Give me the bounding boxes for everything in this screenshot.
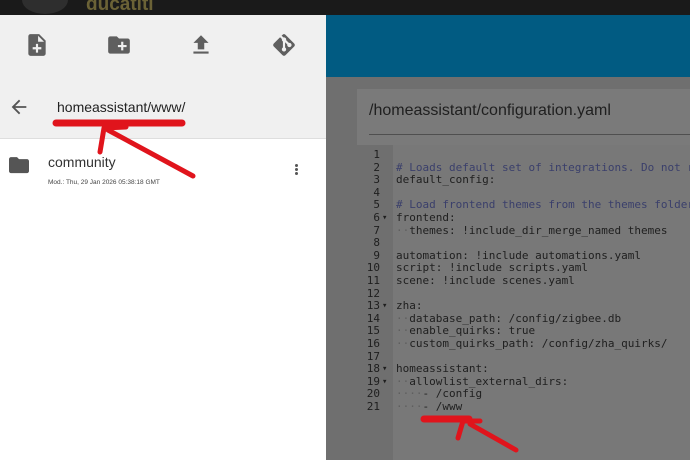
file-browser-toolbar bbox=[0, 15, 326, 75]
git-button[interactable] bbox=[271, 32, 297, 58]
fold-toggle[interactable]: ▾ bbox=[382, 212, 392, 225]
app-header-bar bbox=[326, 15, 690, 77]
code-text: ··themes: !include_dir_merge_named theme… bbox=[396, 223, 668, 237]
more-vert-icon bbox=[294, 164, 298, 167]
line-number: 18 bbox=[366, 362, 380, 376]
code-line: 11 scene: !include scenes.yaml bbox=[346, 274, 690, 288]
line-number: 13 bbox=[366, 299, 380, 313]
code-line: 3 default_config: bbox=[346, 173, 690, 187]
list-item-community[interactable]: community Mod.: Thu, 29 Jan 2026 05:38:1… bbox=[0, 140, 326, 200]
directory-path-bar: homeassistant/www/ bbox=[0, 75, 326, 139]
line-number: 21 bbox=[366, 400, 380, 413]
item-menu-button[interactable] bbox=[290, 163, 302, 179]
code-text: scene: !include scenes.yaml bbox=[396, 274, 575, 287]
arrow-back-icon bbox=[11, 99, 27, 115]
code-line: 16 ··custom_quirks_path: /config/zha_quir… bbox=[346, 337, 690, 351]
create-new-folder-icon bbox=[108, 36, 130, 54]
code-line: 21 ····- /www bbox=[346, 400, 690, 414]
note-add-icon bbox=[28, 34, 46, 56]
new-file-button[interactable] bbox=[24, 32, 50, 58]
file-path-divider bbox=[369, 134, 690, 135]
line-number: 6 bbox=[373, 211, 380, 224]
code-text: ····- /www bbox=[396, 400, 463, 413]
folder-modified-date: Mod.: Thu, 29 Jan 2026 05:38:18 GMT bbox=[48, 179, 160, 186]
editor-file-path: /homeassistant/configuration.yaml bbox=[369, 102, 611, 119]
fold-toggle[interactable]: ▾ bbox=[382, 300, 392, 313]
background-app-title: ducatiti bbox=[86, 0, 154, 15]
background-app-logo bbox=[22, 0, 68, 14]
file-browser-panel: homeassistant/www/ community Mod.: Thu, … bbox=[0, 15, 326, 460]
code-text: default_config: bbox=[396, 173, 496, 187]
line-number: 16 bbox=[366, 337, 380, 350]
code-text: ··custom_quirks_path: /config/zha_quirks… bbox=[396, 337, 668, 350]
code-line: 7 ··themes: !include_dir_merge_named them… bbox=[346, 223, 690, 238]
background-app-strip: ducatiti bbox=[0, 0, 690, 15]
current-directory: homeassistant/www/ bbox=[57, 99, 186, 115]
fold-toggle[interactable]: ▾ bbox=[382, 376, 392, 389]
line-number: 1 bbox=[373, 148, 380, 161]
upload-button[interactable] bbox=[188, 32, 214, 58]
git-icon bbox=[273, 34, 295, 56]
line-number: 3 bbox=[373, 173, 380, 187]
upload-icon bbox=[193, 35, 209, 54]
fold-toggle[interactable]: ▾ bbox=[382, 363, 392, 376]
folder-name: community bbox=[48, 154, 116, 170]
line-number: 8 bbox=[373, 236, 380, 250]
folder-icon bbox=[9, 157, 29, 174]
back-button[interactable] bbox=[8, 96, 30, 118]
line-number: 11 bbox=[366, 274, 380, 287]
new-folder-button[interactable] bbox=[106, 32, 132, 58]
code-editor[interactable]: 1 2 # Loads default set of integrations. D… bbox=[346, 145, 690, 460]
